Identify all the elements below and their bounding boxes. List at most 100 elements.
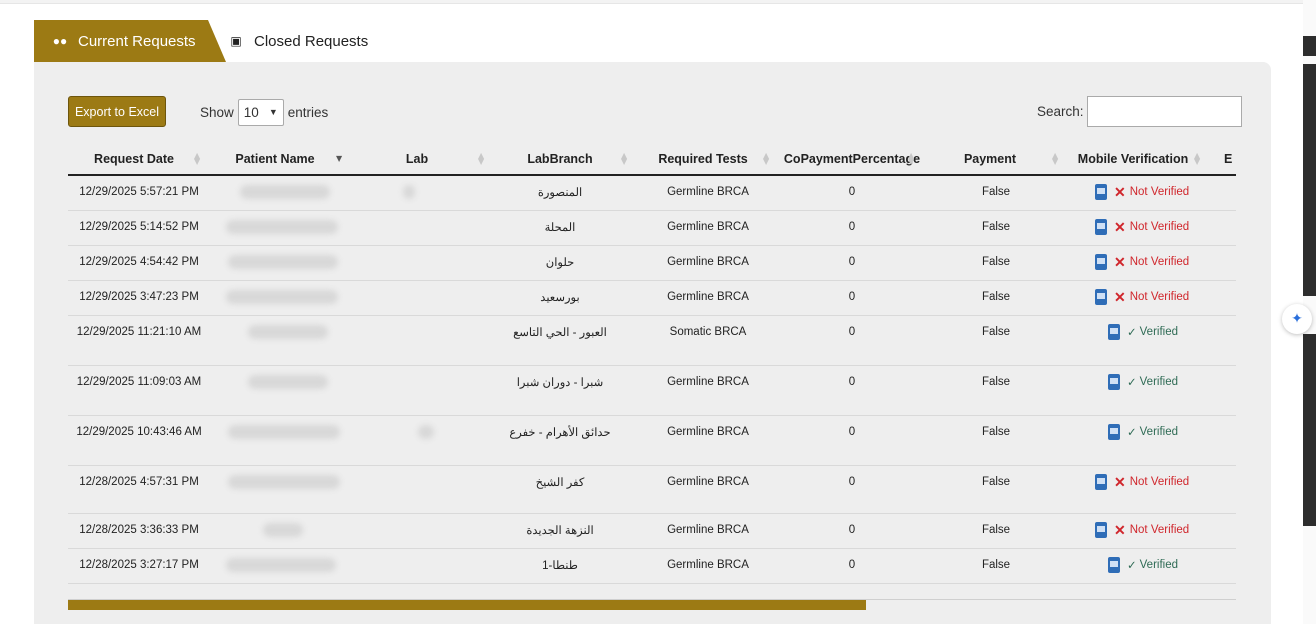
cell-copayment: 0 [848,559,856,571]
otp-phone-icon [1095,522,1107,538]
ticket-icon: ▣ [230,34,242,48]
redacted-patient-name [228,255,338,269]
table-row[interactable]: 12/29/2025 3:47:23 PM بورسعيد Germline BRC… [68,281,1236,316]
cell-request-date: 12/29/2025 4:54:42 PM [79,256,199,268]
redacted-patient-name [226,558,336,572]
verification-label: Not Verified [1129,186,1190,198]
cell-copayment: 0 [848,476,856,488]
search-input[interactable] [1086,96,1242,127]
cell-payment: False [981,221,1011,233]
sort-icon: ▲ ▼ [763,151,770,166]
entries-select[interactable]: 10 ▼ [237,98,284,126]
entries-length-control: Show 10 ▼ entries [200,98,328,126]
table-row[interactable]: 12/28/2025 3:27:17 PM طنطا-1 Germline BRCA… [68,549,1236,584]
column-header-request-date[interactable]: Request Date [68,144,200,174]
mobile-verification-status[interactable]: ✕ Not Verified [1095,184,1189,200]
page-scrollbar-thumb[interactable] [1303,36,1316,56]
top-border [0,0,1316,4]
column-header-labbranch[interactable]: LabBranch [490,144,630,174]
table-row[interactable]: 12/29/2025 5:57:21 PM المنصورة Germline BR… [68,176,1236,211]
mobile-verification-status[interactable]: ✓ Verified [1108,557,1178,573]
redacted-patient-name [403,185,415,199]
chevron-down-icon: ▼ [268,107,278,117]
cell-request-date: 12/29/2025 11:09:03 AM [76,376,202,388]
column-header-truncated[interactable]: E [1224,144,1244,174]
cell-copayment: 0 [848,291,856,303]
redacted-patient-name [240,185,330,199]
cell-required-tests: Germline BRCA [667,291,749,303]
cell-required-tests: Germline BRCA [667,524,749,536]
sort-icon: ▲ ▼ [1052,151,1059,166]
table-scrollbar-thumb[interactable] [68,600,866,610]
cell-payment: False [981,559,1011,571]
search-control: Search: [1037,96,1242,127]
sparkle-icon: ✦ [1291,311,1303,327]
tab-current-requests[interactable]: ●● Current Requests [34,20,226,62]
redacted-patient-name [228,475,340,489]
tab-closed-requests[interactable]: ▣ Closed Requests [226,20,368,62]
otp-phone-icon [1095,289,1107,305]
cell-payment: False [981,524,1011,536]
cross-icon: ✕ [1114,218,1126,235]
entries-label: entries [287,104,329,120]
cross-icon: ✕ [1114,253,1126,270]
cross-icon: ✕ [1114,288,1126,305]
cell-copayment: 0 [848,524,856,536]
column-header-label: Request Date [94,152,174,166]
cell-copayment: 0 [848,426,856,438]
redacted-patient-name [263,523,303,537]
floating-assistant-button[interactable]: ✦ [1282,304,1312,334]
cell-labbranch: العبور - الحي التاسع [513,327,607,339]
column-header-label: Lab [405,152,429,166]
cell-labbranch: المحلة [544,222,576,234]
column-header-payment[interactable]: Payment [926,144,1054,174]
column-header-lab[interactable]: Lab [358,144,476,174]
mobile-verification-status[interactable]: ✓ Verified [1108,374,1178,390]
sort-icon: ▲ ▼ [478,151,485,166]
cell-required-tests: Germline BRCA [667,476,749,488]
page-scrollbar-segment[interactable] [1303,64,1316,296]
mobile-verification-status[interactable]: ✕ Not Verified [1095,219,1189,235]
table-row[interactable]: 12/29/2025 10:43:46 AM حدائق الأهرام - خف… [68,416,1236,466]
cell-payment: False [981,376,1011,388]
sort-desc-icon: ▼ [336,154,343,163]
mobile-verification-status[interactable]: ✕ Not Verified [1095,254,1189,270]
verification-label: Verified [1139,559,1178,571]
export-excel-button[interactable]: Export to Excel [68,96,166,127]
table-row[interactable]: 12/29/2025 11:09:03 AM شبرا - دوران شبرا G… [68,366,1236,416]
request-tabs: ●● Current Requests ▣ Closed Requests [34,20,1274,62]
mobile-verification-status[interactable]: ✓ Verified [1108,324,1178,340]
cell-payment: False [981,476,1011,488]
table-row[interactable]: 12/28/2025 3:36:33 PM النزهة الجديدة Germl… [68,514,1236,549]
column-header-label: E [1224,152,1233,166]
cell-payment: False [981,291,1011,303]
mobile-verification-status[interactable]: ✕ Not Verified [1095,289,1189,305]
verification-label: Verified [1139,376,1178,388]
search-label: Search: [1037,104,1084,119]
cross-icon: ✕ [1114,183,1126,200]
table-row[interactable]: 12/29/2025 5:14:52 PM المحلة Germline BRCA… [68,211,1236,246]
cell-request-date: 12/29/2025 11:21:10 AM [76,326,202,338]
cell-required-tests: Germline BRCA [667,221,749,233]
redacted-patient-name [226,290,338,304]
cross-icon: ✕ [1114,473,1126,490]
table-row[interactable]: 12/29/2025 11:21:10 AM العبور - الحي التا… [68,316,1236,366]
column-header-mobile-verification[interactable]: Mobile Verification [1068,144,1198,174]
otp-phone-icon [1095,219,1107,235]
cell-copayment: 0 [848,256,856,268]
table-row[interactable]: 12/28/2025 4:57:31 PM كفر الشيخ Germline B… [68,466,1236,514]
column-header-patient-name[interactable]: Patient Name [208,144,342,174]
column-header-required-tests[interactable]: Required Tests [638,144,768,174]
table-row[interactable]: 12/29/2025 4:54:42 PM حلوان Germline BRCA 0… [68,246,1236,281]
cell-payment: False [981,256,1011,268]
cell-request-date: 12/29/2025 5:14:52 PM [79,221,199,233]
mobile-verification-status[interactable]: ✕ Not Verified [1095,474,1189,490]
page-scrollbar-segment-lower[interactable] [1303,334,1316,526]
mobile-verification-status[interactable]: ✕ Not Verified [1095,522,1189,538]
column-header-copayment[interactable]: CoPaymentPercentage [780,144,924,174]
mobile-verification-status[interactable]: ✓ Verified [1108,424,1178,440]
verification-label: Not Verified [1129,476,1190,488]
redacted-patient-name [418,425,434,439]
table-header: Request Date ▲ ▼ Patient Name ▼ Lab ▲ ▼ La… [68,144,1236,176]
cell-required-tests: Germline BRCA [667,559,749,571]
